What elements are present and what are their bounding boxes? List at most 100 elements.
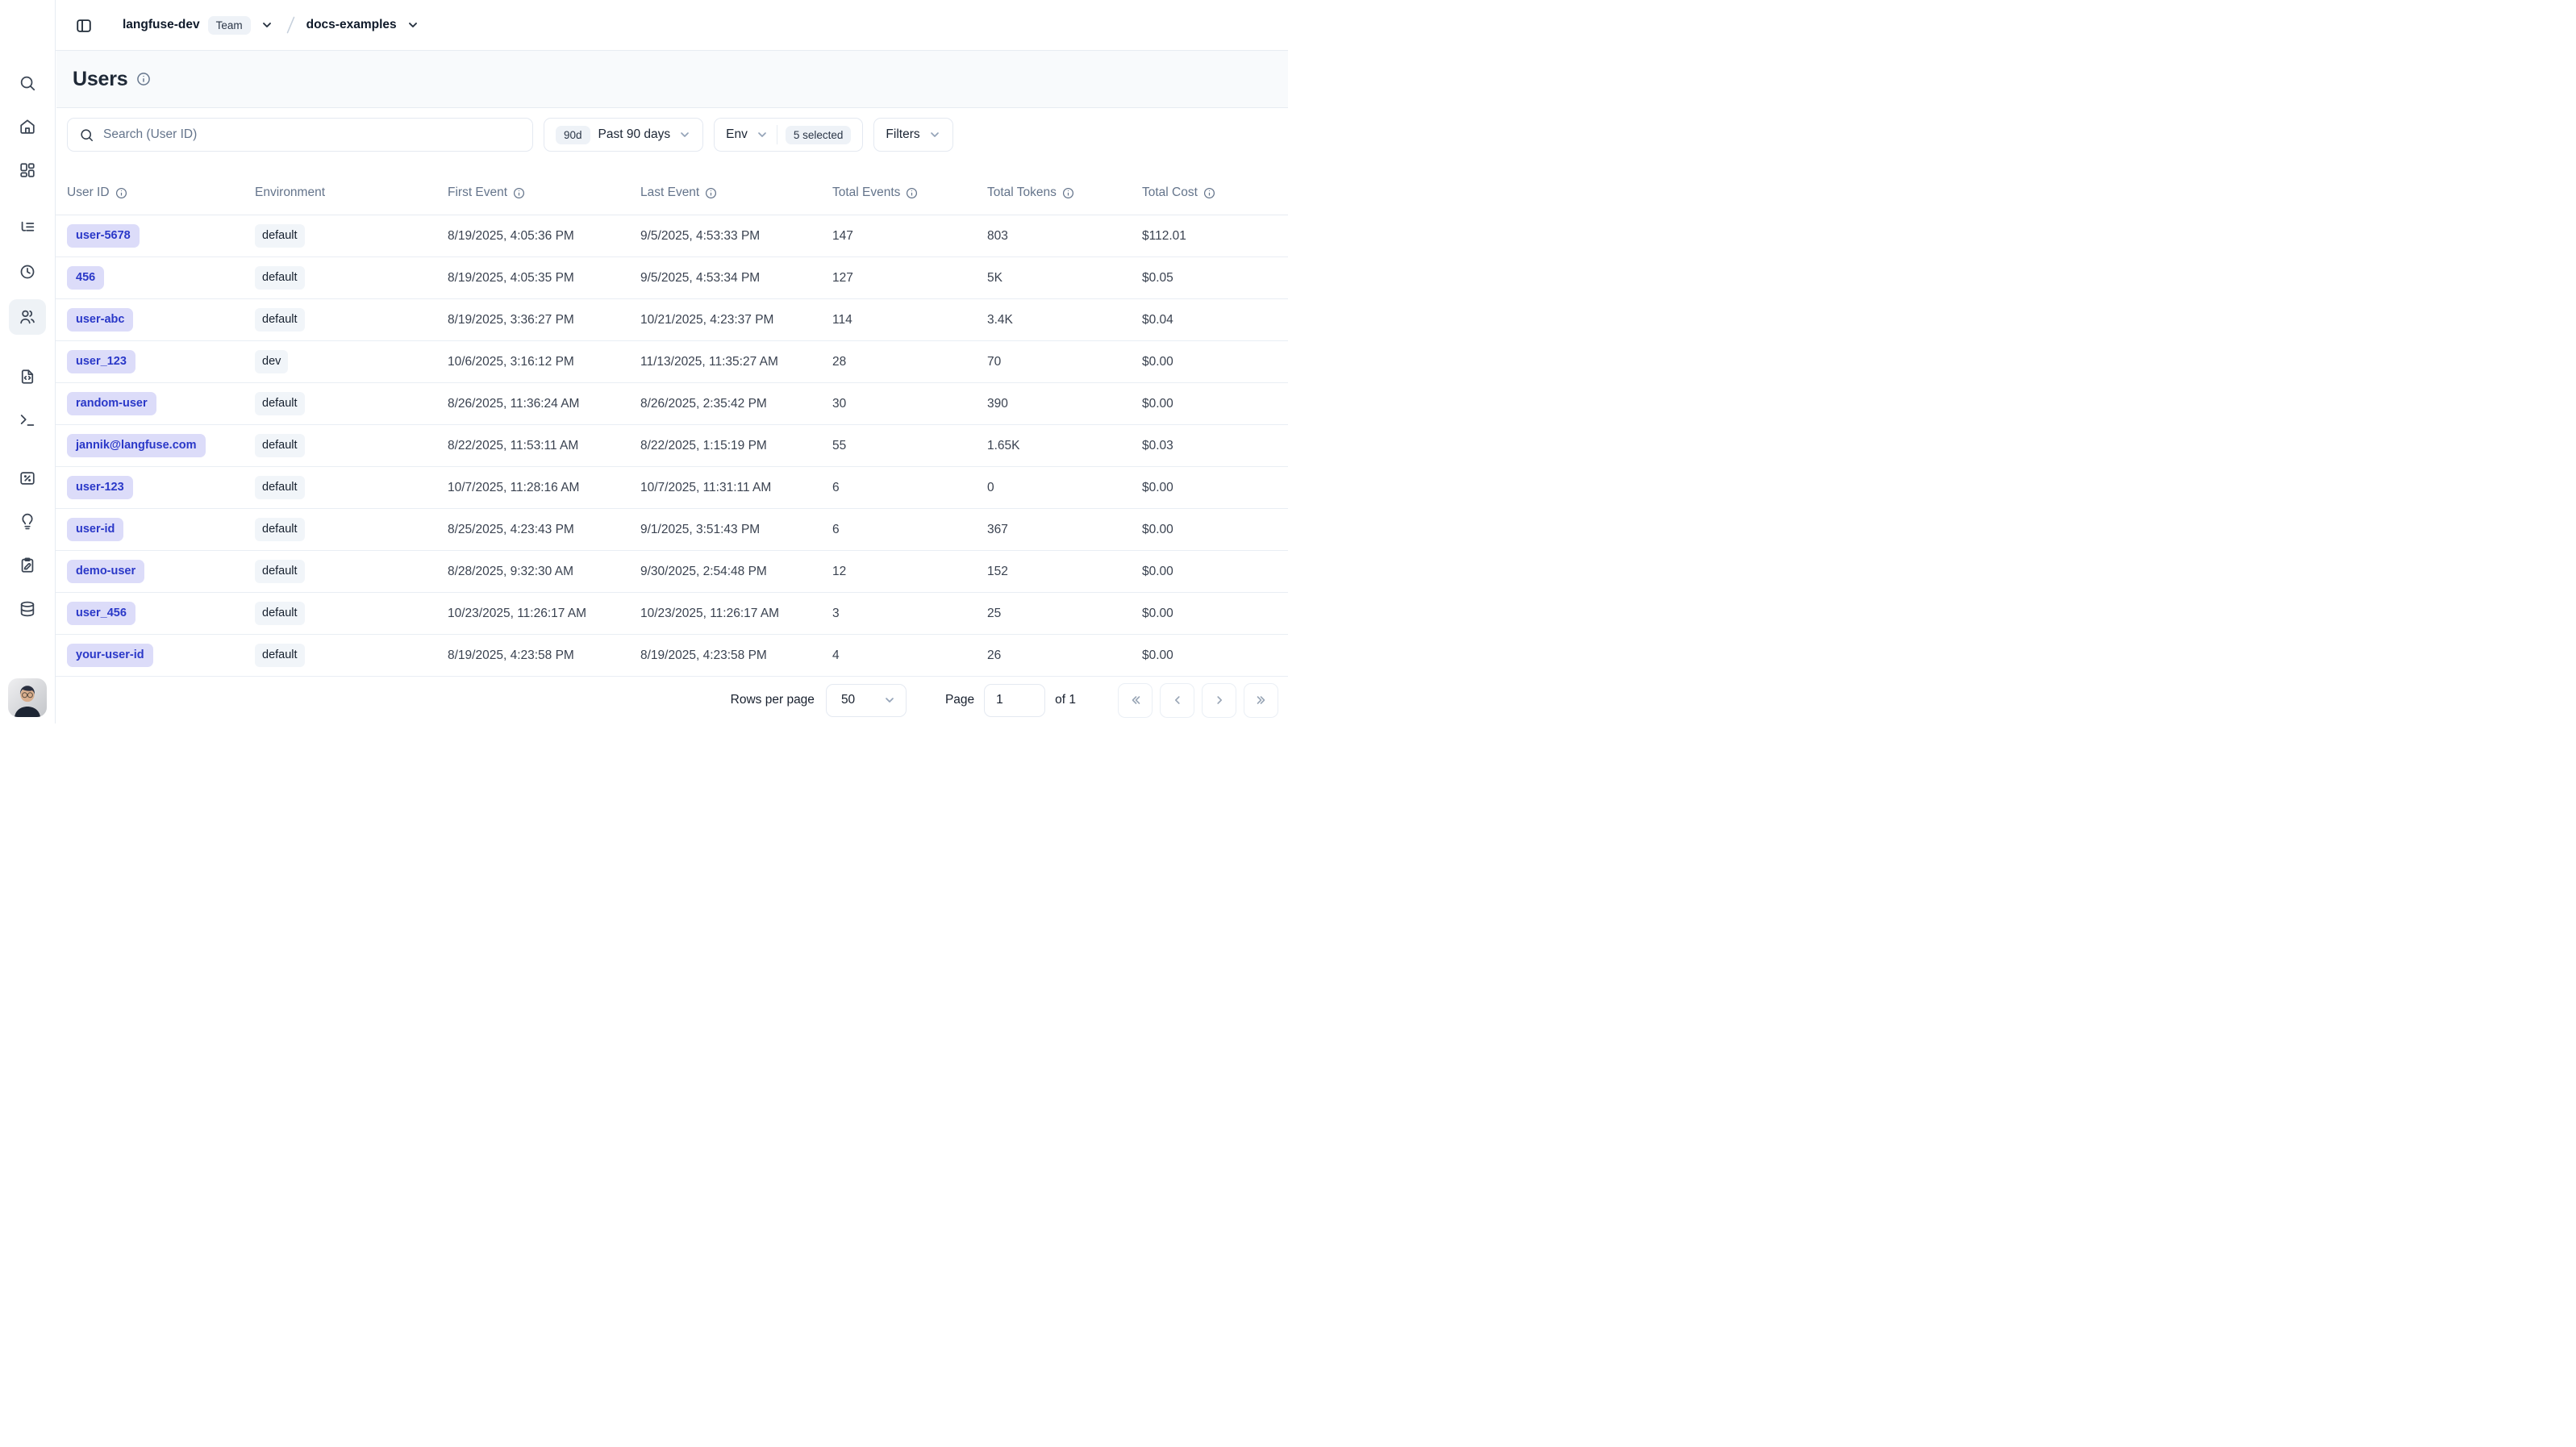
sidebar-item-tracing[interactable] <box>10 212 45 244</box>
sidebar-item-home[interactable] <box>10 111 45 143</box>
table-row[interactable]: demo-userdefault8/28/2025, 9:32:30 AM9/3… <box>56 551 1288 593</box>
environment-cell: default <box>255 392 448 415</box>
last-event-cell: 10/7/2025, 11:31:11 AM <box>640 481 832 495</box>
total-cost-cell: $0.00 <box>1142 607 1288 621</box>
sidebar-item-scores[interactable] <box>10 462 45 494</box>
table-row[interactable]: jannik@langfuse.comdefault8/22/2025, 11:… <box>56 425 1288 467</box>
sidebar-item-annotation[interactable] <box>10 549 45 582</box>
environment-cell: default <box>255 644 448 666</box>
user-id-badge[interactable]: user_123 <box>67 350 135 373</box>
sidebar-item-dashboards[interactable] <box>10 154 45 186</box>
last-event-cell: 10/21/2025, 4:23:37 PM <box>640 313 832 327</box>
info-icon[interactable] <box>513 187 525 199</box>
table-row[interactable]: user_456default10/23/2025, 11:26:17 AM10… <box>56 593 1288 635</box>
chevrons-left-icon <box>1129 694 1142 707</box>
search-box <box>67 118 533 152</box>
first-event-cell: 8/25/2025, 4:23:43 PM <box>448 523 640 537</box>
last-page-button[interactable] <box>1244 683 1278 718</box>
info-icon[interactable] <box>1203 187 1215 199</box>
user-id-badge[interactable]: 456 <box>67 266 104 289</box>
previous-page-button[interactable] <box>1160 683 1194 718</box>
panel-left-icon <box>75 17 93 35</box>
user-avatar[interactable] <box>8 678 47 717</box>
page-of-label: of 1 <box>1055 693 1076 707</box>
user-id-badge[interactable]: jannik@langfuse.com <box>67 434 206 457</box>
info-icon[interactable] <box>115 187 127 199</box>
trace-tree-icon <box>19 219 36 237</box>
filters-button[interactable]: Filters <box>873 118 952 152</box>
sidebar-item-playground[interactable] <box>10 404 45 436</box>
info-icon[interactable] <box>705 187 717 199</box>
page-number-input[interactable] <box>984 684 1045 717</box>
environment-cell: default <box>255 476 448 498</box>
search-icon <box>19 74 36 92</box>
rows-per-page-select[interactable]: 50 <box>826 684 907 717</box>
user-id-badge[interactable]: demo-user <box>67 560 144 582</box>
environment-cell: default <box>255 224 448 247</box>
total-cost-cell: $0.00 <box>1142 481 1288 495</box>
table-row[interactable]: user-iddefault8/25/2025, 4:23:43 PM9/1/2… <box>56 509 1288 551</box>
total-events-cell: 28 <box>832 355 987 369</box>
organization-switcher-chevron[interactable] <box>259 17 275 33</box>
environment-filter[interactable]: Env 5 selected <box>714 118 863 152</box>
first-event-cell: 10/23/2025, 11:26:17 AM <box>448 607 640 621</box>
table-row[interactable]: user-123 default10/7/2025, 11:28:16 AM10/… <box>56 467 1288 509</box>
percent-card-icon <box>19 469 36 487</box>
total-events-cell: 12 <box>832 565 987 579</box>
first-page-button[interactable] <box>1118 683 1153 718</box>
environment-badge: default <box>255 518 305 540</box>
table-row[interactable]: random-userdefault8/26/2025, 11:36:24 AM… <box>56 383 1288 425</box>
environment-cell: default <box>255 602 448 624</box>
total-events-cell: 147 <box>832 229 987 244</box>
user-id-badge[interactable]: user-123 <box>67 476 133 498</box>
total-tokens-cell: 5K <box>987 271 1142 286</box>
sidebar-toggle-button[interactable] <box>69 11 98 40</box>
project-switcher-chevron[interactable] <box>405 17 421 33</box>
page-title-info-icon[interactable] <box>136 72 151 86</box>
info-icon[interactable] <box>906 187 918 199</box>
breadcrumb: langfuse-dev Team docs-examples <box>123 15 421 35</box>
table-row[interactable]: user-5678default8/19/2025, 4:05:36 PM9/5… <box>56 215 1288 257</box>
environment-badge: default <box>255 224 305 247</box>
organization-name[interactable]: langfuse-dev <box>123 18 200 32</box>
environment-badge: default <box>255 392 305 415</box>
user-id-badge[interactable]: user-id <box>67 518 123 540</box>
last-event-cell: 9/5/2025, 4:53:34 PM <box>640 271 832 286</box>
next-page-button[interactable] <box>1202 683 1236 718</box>
chevrons-right-icon <box>1255 694 1268 707</box>
user-id-badge[interactable]: user-5678 <box>67 224 140 247</box>
chevron-down-icon <box>261 19 273 31</box>
sidebar-item-search[interactable] <box>10 67 45 99</box>
table-row[interactable]: user-abcdefault8/19/2025, 3:36:27 PM10/2… <box>56 299 1288 341</box>
user-id-badge[interactable]: user_456 <box>67 602 135 624</box>
table-row[interactable]: your-user-iddefault8/19/2025, 4:23:58 PM… <box>56 635 1288 677</box>
sidebar-item-datasets[interactable] <box>10 593 45 625</box>
date-range-picker[interactable]: 90d Past 90 days <box>544 118 703 152</box>
sidebar-item-insights[interactable] <box>10 506 45 538</box>
date-range-label: Past 90 days <box>598 127 671 142</box>
table-row[interactable]: 456default8/19/2025, 4:05:35 PM9/5/2025,… <box>56 257 1288 299</box>
project-name[interactable]: docs-examples <box>306 18 397 32</box>
lightbulb-icon <box>19 513 36 531</box>
sidebar-item-sessions[interactable] <box>10 256 45 288</box>
total-cost-cell: $112.01 <box>1142 229 1288 244</box>
search-icon <box>79 127 94 143</box>
environment-cell: dev <box>255 350 448 373</box>
user-id-badge[interactable]: user-abc <box>67 308 133 331</box>
column-header-user-id: User ID <box>67 186 255 200</box>
org-type-badge: Team <box>208 16 251 35</box>
users-icon <box>19 308 36 326</box>
sidebar-item-prompts[interactable] <box>10 361 45 393</box>
user-id-cell: user-5678 <box>67 224 255 247</box>
user-id-cell: 456 <box>67 266 255 289</box>
first-event-cell: 8/28/2025, 9:32:30 AM <box>448 565 640 579</box>
search-input[interactable] <box>103 127 523 142</box>
sidebar-item-users[interactable] <box>9 299 46 335</box>
page-label: Page <box>945 693 974 707</box>
info-icon[interactable] <box>1062 187 1074 199</box>
user-id-cell: random-user <box>67 392 255 415</box>
user-id-badge[interactable]: your-user-id <box>67 644 153 666</box>
table-row[interactable]: user_123dev10/6/2025, 3:16:12 PM11/13/20… <box>56 341 1288 383</box>
first-event-cell: 10/7/2025, 11:28:16 AM <box>448 481 640 495</box>
user-id-badge[interactable]: random-user <box>67 392 156 415</box>
